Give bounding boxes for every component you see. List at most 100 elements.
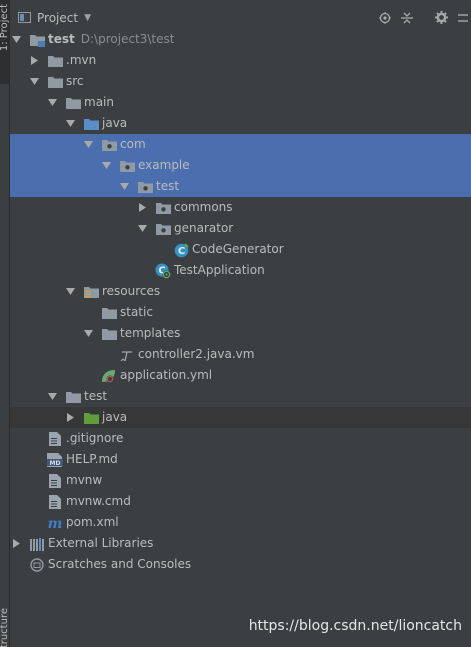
- tree-item-label: com: [120, 137, 146, 151]
- tree-row[interactable]: .mvn: [10, 50, 471, 71]
- maven-icon: m: [47, 515, 63, 531]
- tree-row[interactable]: C TestApplication: [10, 260, 471, 281]
- tree-item-label: resources: [102, 284, 161, 298]
- libraries-icon: [29, 536, 45, 552]
- chevron-down-icon[interactable]: [83, 134, 93, 155]
- chevron-down-icon[interactable]: [119, 176, 129, 197]
- chevron-down-icon[interactable]: [11, 29, 21, 50]
- tree-item-label: example: [138, 158, 190, 172]
- chevron-down-icon[interactable]: [47, 386, 57, 407]
- test-source-folder-icon: [83, 410, 99, 426]
- folder-icon: [65, 389, 81, 405]
- chevron-down-icon[interactable]: [29, 71, 39, 92]
- folder-icon: [101, 326, 117, 342]
- chevron-down-icon[interactable]: [65, 113, 75, 134]
- svg-text:MD: MD: [50, 460, 61, 467]
- tree-row[interactable]: genarator: [10, 218, 471, 239]
- text-file-icon: [47, 473, 63, 489]
- markdown-file-icon: MD: [47, 452, 63, 468]
- velocity-file-icon: [119, 347, 135, 363]
- tree-item-label: .gitignore: [66, 431, 124, 445]
- tree-item-label: controller2.java.vm: [138, 347, 255, 361]
- chevron-down-icon[interactable]: [101, 155, 111, 176]
- tree-row[interactable]: Scratches and Consoles: [10, 554, 471, 575]
- resources-folder-icon: [83, 284, 99, 300]
- chevron-right-icon[interactable]: [65, 407, 75, 428]
- tree-item-label: TestApplication: [174, 263, 265, 277]
- chevron-down-icon[interactable]: [137, 218, 147, 239]
- tree-row[interactable]: C CodeGenerator: [10, 239, 471, 260]
- tree-item-label: genarator: [174, 221, 234, 235]
- tree-row[interactable]: java: [10, 407, 471, 428]
- chevron-down-icon[interactable]: [47, 92, 57, 113]
- toolbar-separator: [421, 10, 427, 26]
- spring-yml-icon: [101, 368, 117, 384]
- tree-row[interactable]: test: [10, 386, 471, 407]
- tree-row[interactable]: mvnw: [10, 470, 471, 491]
- tree-row[interactable]: example: [10, 155, 471, 176]
- tree-row[interactable]: controller2.java.vm: [10, 344, 471, 365]
- tree-row[interactable]: mvnw.cmd: [10, 491, 471, 512]
- scratches-icon: [29, 557, 45, 573]
- package-icon: [137, 179, 153, 195]
- tree-item-label: application.yml: [120, 368, 213, 382]
- tree-item-label: java: [102, 410, 128, 424]
- text-file-icon: [47, 494, 63, 510]
- folder-icon: [47, 53, 63, 69]
- project-tool-tab-label: 1: Project: [0, 4, 9, 52]
- tree-row[interactable]: m pom.xml: [10, 512, 471, 533]
- side-tool-strip: 1: Project Structure: [0, 0, 10, 647]
- tree-row[interactable]: static: [10, 302, 471, 323]
- tree-item-label: main: [84, 95, 114, 109]
- tree-item-label: templates: [120, 326, 181, 340]
- package-icon: [119, 158, 135, 174]
- tree-row[interactable]: src: [10, 71, 471, 92]
- project-view-selector[interactable]: Project: [37, 11, 78, 25]
- tree-row[interactable]: com: [10, 134, 471, 155]
- tree-row[interactable]: test: [10, 176, 471, 197]
- module-name: test: [48, 32, 75, 46]
- tree-item-label: HELP.md: [66, 452, 118, 466]
- module-path: D:\project3\test: [80, 32, 175, 46]
- project-tool-tab[interactable]: 1: Project: [0, 0, 9, 84]
- hide-panel-icon[interactable]: [455, 10, 471, 26]
- folder-icon: [101, 305, 117, 321]
- chevron-right-icon[interactable]: [29, 50, 39, 71]
- tree-row[interactable]: templates: [10, 323, 471, 344]
- chevron-down-icon[interactable]: [83, 323, 93, 344]
- tree-row[interactable]: application.yml: [10, 365, 471, 386]
- folder-icon: [47, 74, 63, 90]
- chevron-right-icon[interactable]: [11, 533, 21, 554]
- tree-row[interactable]: External Libraries: [10, 533, 471, 554]
- chevron-down-icon[interactable]: [65, 281, 75, 302]
- folder-icon: [65, 95, 81, 111]
- package-icon: [101, 137, 117, 153]
- tree-row[interactable]: resources: [10, 281, 471, 302]
- collapse-all-icon[interactable]: [399, 10, 415, 26]
- tree-row[interactable]: main: [10, 92, 471, 113]
- tree-item-label: static: [120, 305, 153, 319]
- structure-tool-tab-label: Structure: [0, 608, 9, 647]
- chevron-down-icon[interactable]: ▼: [84, 13, 91, 23]
- tree-item-label: java: [102, 116, 128, 130]
- tree-item-label: .mvn: [66, 53, 97, 67]
- tree-item-label: External Libraries: [48, 536, 154, 550]
- watermark: https://blog.csdn.net/lioncatch: [248, 618, 462, 634]
- tree-row[interactable]: MD HELP.md: [10, 449, 471, 470]
- spring-boot-class-icon: C: [155, 263, 171, 279]
- chevron-right-icon[interactable]: [137, 197, 147, 218]
- gear-icon[interactable]: [433, 10, 449, 26]
- tree-row[interactable]: .gitignore: [10, 428, 471, 449]
- package-icon: [155, 200, 171, 216]
- locate-icon[interactable]: [377, 10, 393, 26]
- tree-row[interactable]: java: [10, 113, 471, 134]
- text-file-icon: [47, 431, 63, 447]
- structure-tool-tab[interactable]: Structure: [0, 608, 9, 647]
- header-toolbar: [371, 7, 471, 28]
- tree-item-label: test: [156, 179, 180, 193]
- tree-row[interactable]: test D:\project3\test: [10, 29, 471, 50]
- project-tree: test D:\project3\test .mvn src main java com ex…: [10, 29, 471, 575]
- tree-row[interactable]: commons: [10, 197, 471, 218]
- project-panel-header: Project ▼: [10, 7, 471, 28]
- tree-item-label: test D:\project3\test: [48, 29, 174, 50]
